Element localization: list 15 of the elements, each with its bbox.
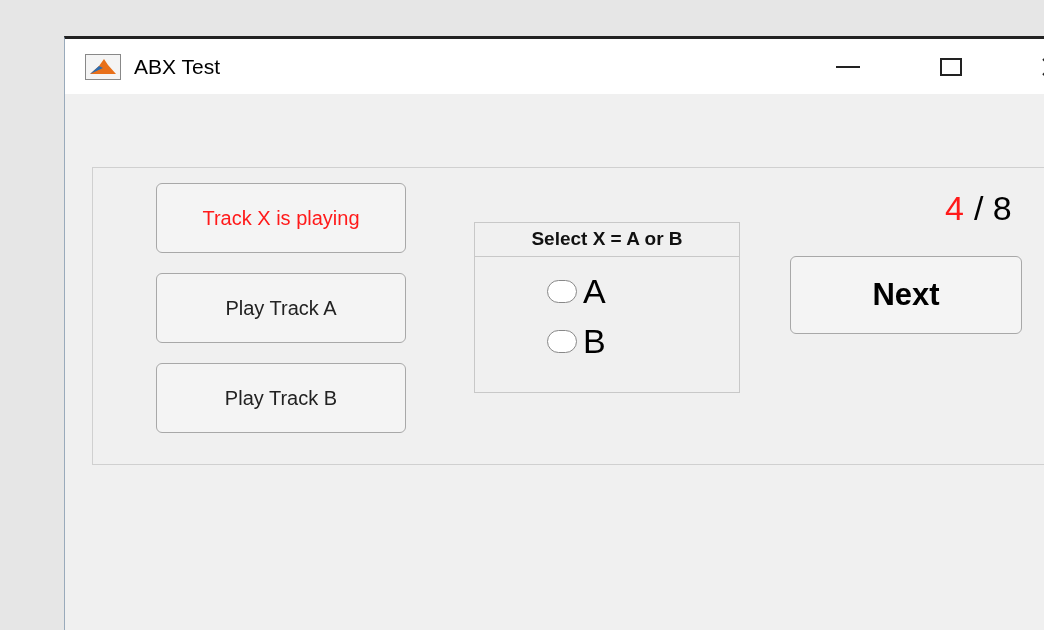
minimize-icon[interactable] <box>836 65 860 68</box>
app-icon <box>85 53 121 80</box>
total-count: / 8 <box>973 188 1012 229</box>
current-count: 4 <box>945 188 964 229</box>
radio-button[interactable] <box>547 329 577 353</box>
next-button[interactable]: Next <box>790 256 1022 334</box>
radio-button[interactable] <box>547 279 577 303</box>
window-title: ABX Test <box>134 53 220 80</box>
group-title: Select X = A or B <box>475 223 739 257</box>
radio-option[interactable]: B <box>547 319 739 363</box>
track-button[interactable]: Track X is playing <box>156 183 406 253</box>
radio-option[interactable]: A <box>547 269 739 313</box>
track-button[interactable]: Play Track B <box>156 363 406 433</box>
track-button[interactable]: Play Track A <box>156 273 406 343</box>
maximize-icon[interactable] <box>940 57 962 76</box>
